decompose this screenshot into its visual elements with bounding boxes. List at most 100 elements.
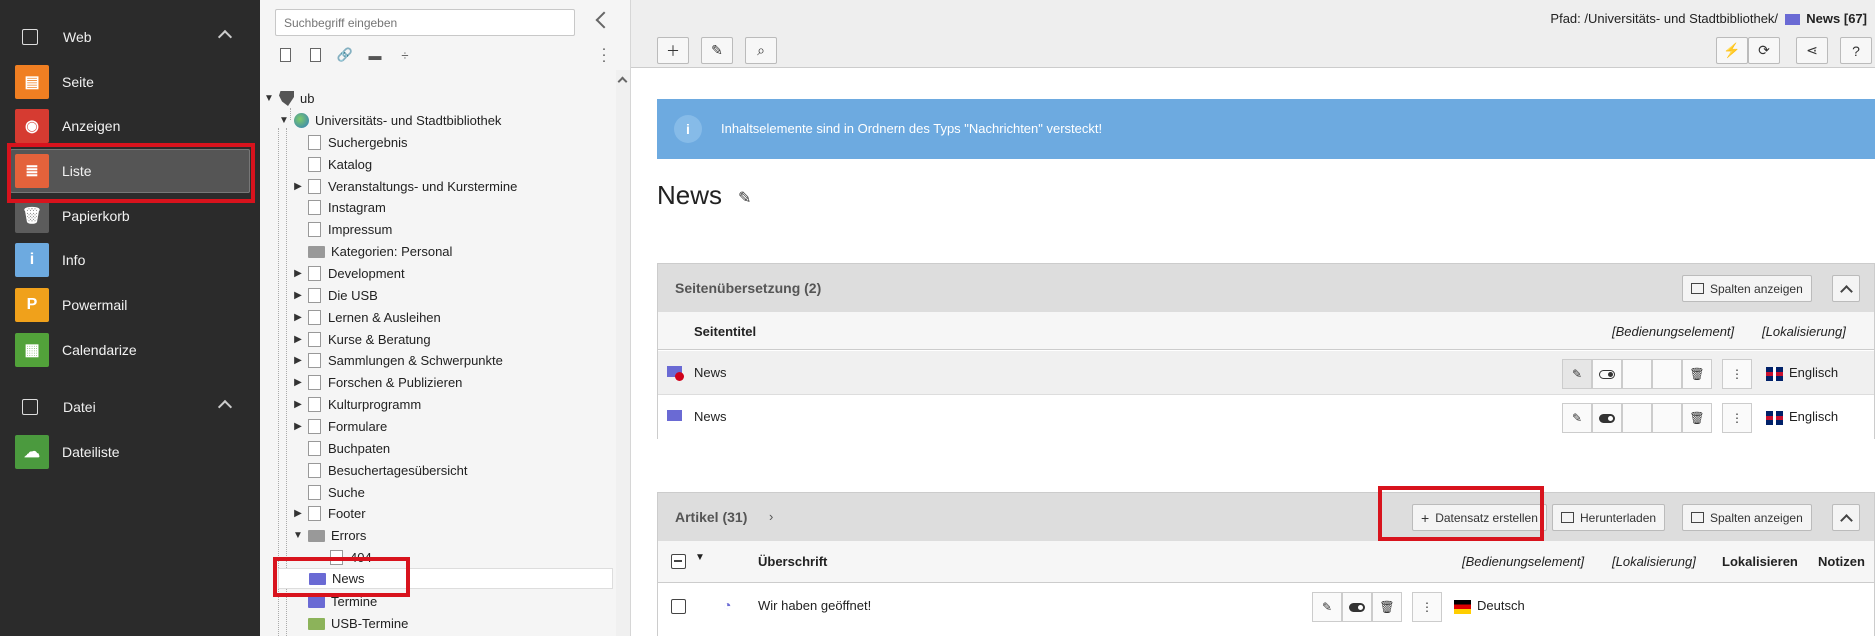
tree-toggle[interactable]: ▶ [292,290,304,301]
tree-toggle[interactable]: ▶ [292,268,304,279]
tree-toggle[interactable]: ▶ [292,399,304,410]
toggle-visibility-icon[interactable] [1592,359,1622,389]
create-record-button[interactable]: + Datensatz erstellen [1412,504,1547,531]
row-checkbox[interactable] [671,599,686,614]
row-title[interactable]: News [694,365,727,380]
tree-node-suche[interactable]: Suche [292,482,365,503]
new-page-icon[interactable] [276,46,294,64]
tree-node-impressum[interactable]: Impressum [292,219,392,240]
separator-icon[interactable]: ÷ [396,46,414,64]
tree-toggle[interactable]: ▶ [292,355,304,366]
show-columns-button[interactable]: Spalten anzeigen [1682,504,1812,531]
chevron-right-icon[interactable]: › [769,509,773,524]
folder-icon[interactable]: ▬ [366,46,384,64]
tree-node-kurse[interactable]: ▶ Kurse & Beratung [292,329,431,350]
more-actions-icon[interactable]: ⋮ [1412,592,1442,622]
collapse-tree-icon[interactable] [595,11,613,29]
module-item-liste[interactable]: ≣ Liste [10,149,250,193]
table-row[interactable]: ◔ Wir haben geöffnet! ✎ 🗑 ⋮ Deutsch [658,584,1874,628]
tree-node-besucher[interactable]: Besuchertagesübersicht [292,460,467,481]
tree-node-termine[interactable]: Termine [292,591,377,612]
tree-toggle[interactable]: ▶ [292,508,304,519]
link-icon[interactable]: 🔗 [336,46,354,64]
tree-node-footer[interactable]: ▶ Footer [292,503,366,524]
tree-toggle[interactable]: ▶ [292,377,304,388]
module-item-powermail[interactable]: P Powermail [10,283,250,327]
module-item-papierkorb[interactable]: 🗑 Papierkorb [10,194,250,238]
refresh-icon[interactable]: ⟳ [1748,37,1780,64]
toggle-visibility-icon[interactable] [1342,592,1372,622]
tree-node-kategorien[interactable]: Kategorien: Personal [292,241,452,262]
collapse-panel-button[interactable] [1832,504,1860,531]
row-title[interactable]: News [694,409,727,424]
module-group-web[interactable]: Web [0,17,260,57]
edit-icon[interactable]: ✎ [1562,359,1592,389]
tree-node-ub[interactable]: ▼ ub [263,88,314,109]
tree-node-buchpaten[interactable]: Buchpaten [292,438,390,459]
tree-node-sammlungen[interactable]: ▶ Sammlungen & Schwerpunkte [292,350,503,371]
tree-node-katalog[interactable]: Katalog [292,154,372,175]
download-button[interactable]: Herunterladen [1552,504,1666,531]
tree-node-suchergebnis[interactable]: Suchergebnis [292,132,408,153]
select-all-checkbox[interactable] [671,554,686,569]
tree-node-development[interactable]: ▶ Development [292,263,405,284]
edit-icon[interactable]: ✎ [1562,403,1592,433]
module-item-anzeigen[interactable]: ◉ Anzeigen [10,104,250,148]
more-options-icon[interactable]: · · · [601,41,607,68]
module-item-calendarize[interactable]: ▦ Calendarize [10,328,250,372]
table-row[interactable]: News ✎ 🗑 ⋮ Englisch [658,351,1874,395]
chevron-up-icon[interactable] [217,399,233,415]
show-columns-button[interactable]: Spalten anzeigen [1682,275,1812,302]
tree-toggle[interactable]: ▼ [278,115,290,126]
help-icon[interactable]: ? [1840,37,1872,64]
tree-node-errors[interactable]: ▼ Errors [292,525,366,546]
tree-node-lernen[interactable]: ▶ Lernen & Ausleihen [292,307,441,328]
tree-node-veranstaltungen[interactable]: ▶ Veranstaltungs- und Kurstermine [292,176,517,197]
edit-title-icon[interactable]: ✎ [738,188,751,208]
module-group-datei[interactable]: Datei [0,387,260,427]
column-header[interactable]: Überschrift [758,554,827,569]
tree-scrollbar[interactable] [616,70,630,636]
module-item-info[interactable]: i Info [10,238,250,282]
delete-icon[interactable]: 🗑 [1372,592,1402,622]
row-title[interactable]: Wir haben geöffnet! [758,598,871,613]
tree-node-forschen[interactable]: ▶ Forschen & Publizieren [292,372,462,393]
more-actions-icon[interactable]: ⋮ [1722,403,1752,433]
tree-search-input[interactable] [275,9,575,36]
collapse-panel-button[interactable] [1832,275,1860,302]
edit-page-icon[interactable]: ✎ [701,37,733,64]
tree-node-usb-termine[interactable]: USB-Termine [292,613,408,634]
panel-title[interactable]: Artikel (31) [675,509,747,525]
caret-down-icon[interactable]: ▼ [695,552,705,563]
edit-icon[interactable]: ✎ [1312,592,1342,622]
module-item-dateiliste[interactable]: ☁ Dateiliste [10,430,250,474]
new-shortcut-icon[interactable] [306,46,324,64]
scroll-up-icon[interactable] [617,76,628,87]
tree-node-404[interactable]: 404 [314,547,372,568]
table-row[interactable]: News ✎ 🗑 ⋮ Englisch [658,395,1874,439]
tree-node-instagram[interactable]: Instagram [292,197,386,218]
tree-toggle[interactable]: ▶ [292,334,304,345]
delete-icon[interactable]: 🗑 [1682,403,1712,433]
tree-toggle[interactable]: ▼ [263,93,275,104]
tree-node-formulare[interactable]: ▶ Formulare [292,416,387,437]
search-icon[interactable]: ⌕ [745,37,777,64]
tree-toggle[interactable]: ▶ [292,181,304,192]
tree-toggle[interactable]: ▼ [292,530,304,541]
tree-toggle[interactable]: ▶ [292,421,304,432]
tree-toggle[interactable]: ▶ [292,312,304,323]
tree-node-kulturprogramm[interactable]: ▶ Kulturprogramm [292,394,421,415]
flash-icon[interactable]: ⚡ [1716,37,1748,64]
chevron-up-icon[interactable] [217,29,233,45]
tree-node-die-usb[interactable]: ▶ Die USB [292,285,378,306]
delete-icon[interactable]: 🗑 [1682,359,1712,389]
share-icon[interactable]: ⋖ [1796,37,1828,64]
module-item-seite[interactable]: ▤ Seite [10,60,250,104]
column-header[interactable]: Seitentitel [694,324,756,339]
add-icon[interactable]: ＋ [657,37,689,64]
tree-node-label: Development [328,266,405,281]
tree-node-usb[interactable]: ▼ Universitäts- und Stadtbibliothek [278,110,501,131]
toggle-visibility-icon[interactable] [1592,403,1622,433]
tree-node-news[interactable]: News [278,568,613,589]
more-actions-icon[interactable]: ⋮ [1722,359,1752,389]
